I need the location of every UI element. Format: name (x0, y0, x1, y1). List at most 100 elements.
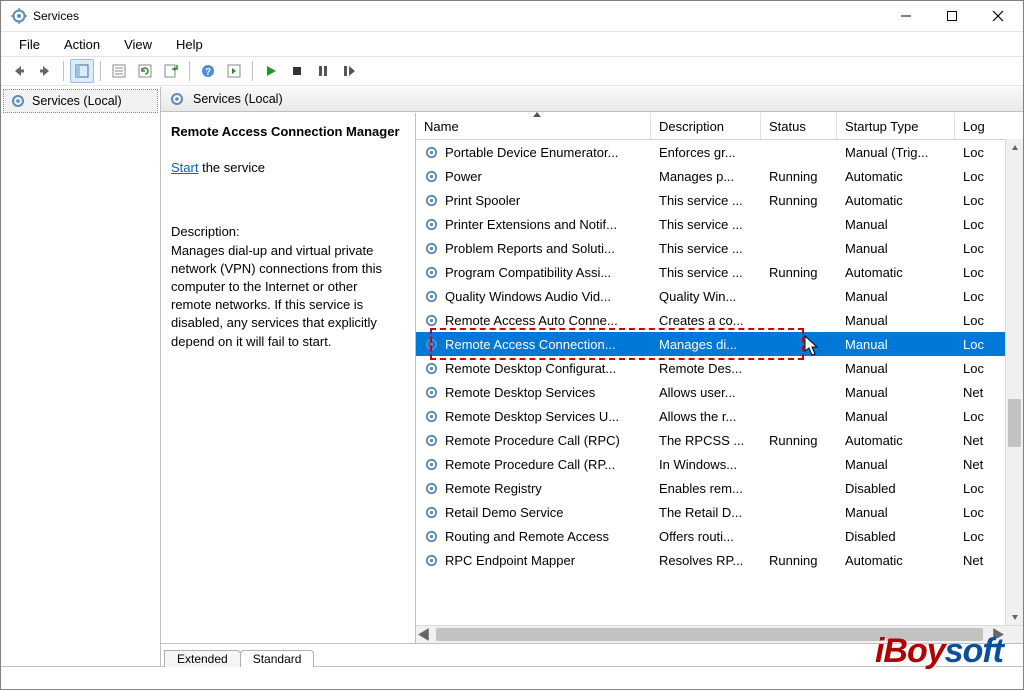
back-button[interactable] (7, 59, 31, 83)
gear-icon (10, 93, 26, 109)
service-status (761, 356, 837, 380)
horizontal-scrollbar[interactable] (416, 625, 1023, 643)
forward-button[interactable] (33, 59, 57, 83)
col-logon[interactable]: Log (955, 113, 995, 139)
gear-icon (169, 91, 185, 107)
service-name: Printer Extensions and Notif... (445, 217, 617, 232)
scroll-down-icon[interactable] (1006, 608, 1023, 625)
service-startup: Manual (837, 332, 955, 356)
service-desc: Allows the r... (651, 404, 761, 428)
restart-service-button[interactable] (337, 59, 361, 83)
tab-standard[interactable]: Standard (240, 650, 315, 667)
col-startup[interactable]: Startup Type (837, 113, 955, 139)
table-row[interactable]: PowerManages p...RunningAutomaticLoc (416, 164, 1023, 188)
scroll-thumb[interactable] (1008, 399, 1021, 447)
tab-extended[interactable]: Extended (164, 650, 241, 667)
service-name: Problem Reports and Soluti... (445, 241, 615, 256)
properties-button[interactable] (107, 59, 131, 83)
table-row[interactable]: Portable Device Enumerator... Enforces gr… (416, 140, 1023, 164)
service-name: Portable Device Enumerator... (445, 145, 618, 160)
table-row[interactable]: Remote Desktop ServicesAllows user...Man… (416, 380, 1023, 404)
statusbar (1, 666, 1023, 689)
gear-icon (424, 457, 439, 472)
menu-file[interactable]: File (9, 35, 50, 54)
table-row[interactable]: Remote Procedure Call (RP...In Windows..… (416, 452, 1023, 476)
gear-icon (424, 169, 439, 184)
service-logon: Loc (955, 140, 995, 164)
service-desc: This service ... (651, 236, 761, 260)
service-name: Remote Procedure Call (RPC) (445, 433, 620, 448)
table-row[interactable]: Program Compatibility Assi...This servic… (416, 260, 1023, 284)
service-logon: Loc (955, 500, 995, 524)
table-row[interactable]: RPC Endpoint MapperResolves RP...Running… (416, 548, 1023, 572)
service-logon: Loc (955, 308, 995, 332)
table-row[interactable]: Remote Desktop Configurat...Remote Des..… (416, 356, 1023, 380)
scroll-left-icon[interactable] (416, 626, 433, 643)
table-row[interactable]: Remote Desktop Services U...Allows the r… (416, 404, 1023, 428)
service-list: Name Description Status Startup Type Log… (416, 113, 1023, 643)
stop-service-button[interactable] (285, 59, 309, 83)
service-name: Remote Desktop Services (445, 385, 595, 400)
svg-text:?: ? (205, 67, 211, 78)
service-desc: Resolves RP... (651, 548, 761, 572)
show-tree-button[interactable] (70, 59, 94, 83)
service-logon: Net (955, 548, 995, 572)
start-service-button[interactable] (259, 59, 283, 83)
scroll-right-icon[interactable] (989, 626, 1006, 643)
service-status (761, 332, 837, 356)
service-desc: The Retail D... (651, 500, 761, 524)
action-button[interactable] (222, 59, 246, 83)
table-row[interactable]: Quality Windows Audio Vid...Quality Win.… (416, 284, 1023, 308)
col-status[interactable]: Status (761, 113, 837, 139)
selected-service-name: Remote Access Connection Manager (171, 123, 401, 141)
tree-root-node[interactable]: Services (Local) (3, 89, 158, 113)
scroll-thumb[interactable] (436, 628, 983, 641)
tree-pane: Services (Local) (1, 87, 161, 666)
start-service-link[interactable]: Start (171, 160, 198, 175)
service-status (761, 236, 837, 260)
toolbar: ? (1, 56, 1023, 86)
pause-service-button[interactable] (311, 59, 335, 83)
close-button[interactable] (975, 1, 1021, 31)
table-row[interactable]: Print SpoolerThis service ...RunningAuto… (416, 188, 1023, 212)
service-status (761, 308, 837, 332)
service-desc: This service ... (651, 260, 761, 284)
service-startup: Automatic (837, 548, 955, 572)
scroll-up-icon[interactable] (1006, 139, 1023, 156)
table-row[interactable]: Retail Demo ServiceThe Retail D...Manual… (416, 500, 1023, 524)
service-name: Remote Registry (445, 481, 542, 496)
menu-view[interactable]: View (114, 35, 162, 54)
table-row[interactable]: Remote Access Connection...Manages di...… (416, 332, 1023, 356)
gear-icon (424, 289, 439, 304)
service-name: Remote Procedure Call (RP... (445, 457, 615, 472)
vertical-scrollbar[interactable] (1005, 139, 1023, 625)
service-desc: Offers routi... (651, 524, 761, 548)
service-status (761, 380, 837, 404)
service-startup: Manual (837, 308, 955, 332)
maximize-button[interactable] (929, 1, 975, 31)
service-desc: Remote Des... (651, 356, 761, 380)
refresh-button[interactable] (133, 59, 157, 83)
service-desc: Enforces gr... (651, 140, 761, 164)
menu-action[interactable]: Action (54, 35, 110, 54)
table-row[interactable]: Remote Procedure Call (RPC)The RPCSS ...… (416, 428, 1023, 452)
table-row[interactable]: Remote RegistryEnables rem...DisabledLoc (416, 476, 1023, 500)
col-name[interactable]: Name (416, 113, 651, 139)
service-startup: Automatic (837, 260, 955, 284)
col-description[interactable]: Description (651, 113, 761, 139)
help-button[interactable]: ? (196, 59, 220, 83)
service-desc: Enables rem... (651, 476, 761, 500)
table-row[interactable]: Printer Extensions and Notif...This serv… (416, 212, 1023, 236)
service-startup: Automatic (837, 164, 955, 188)
service-name: Power (445, 169, 482, 184)
export-button[interactable] (159, 59, 183, 83)
minimize-button[interactable] (883, 1, 929, 31)
table-row[interactable]: Remote Access Auto Conne...Creates a co.… (416, 308, 1023, 332)
gear-icon (424, 505, 439, 520)
service-logon: Loc (955, 212, 995, 236)
table-row[interactable]: Routing and Remote AccessOffers routi...… (416, 524, 1023, 548)
service-rows: Portable Device Enumerator... Enforces gr… (416, 140, 1023, 625)
service-logon: Loc (955, 356, 995, 380)
table-row[interactable]: Problem Reports and Soluti... This servic… (416, 236, 1023, 260)
menu-help[interactable]: Help (166, 35, 213, 54)
